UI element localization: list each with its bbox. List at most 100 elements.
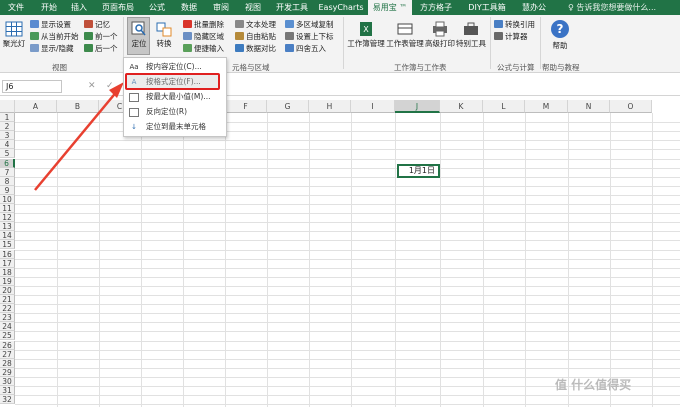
row-header-27[interactable]: 27 bbox=[0, 349, 15, 359]
column-header-i[interactable]: I bbox=[351, 100, 395, 113]
tab-data[interactable]: 数据 bbox=[174, 0, 204, 15]
next-button[interactable]: 后一个 bbox=[84, 43, 118, 54]
row-header-26[interactable]: 26 bbox=[0, 340, 15, 350]
column-header-n[interactable]: N bbox=[568, 100, 610, 113]
row-header-11[interactable]: 11 bbox=[0, 204, 15, 214]
column-header-m[interactable]: M bbox=[525, 100, 568, 113]
row-header-20[interactable]: 20 bbox=[0, 285, 15, 295]
name-box[interactable]: J6 bbox=[2, 80, 62, 93]
row-header-23[interactable]: 23 bbox=[0, 313, 15, 323]
separator bbox=[540, 17, 541, 69]
row-header-17[interactable]: 17 bbox=[0, 258, 15, 268]
text-process-button[interactable]: 文本处理 bbox=[235, 19, 276, 30]
previous-button[interactable]: 前一个 bbox=[84, 31, 118, 42]
column-header-j[interactable]: J bbox=[395, 100, 440, 113]
selected-cell-j6[interactable]: 1月1日 bbox=[397, 164, 440, 178]
row-header-1[interactable]: 1 bbox=[0, 113, 15, 123]
column-header-b[interactable]: B bbox=[57, 100, 99, 113]
row-header-28[interactable]: 28 bbox=[0, 358, 15, 368]
tab-easycharts[interactable]: EasyCharts bbox=[316, 0, 366, 15]
display-settings-button[interactable]: 显示设置 bbox=[30, 19, 71, 30]
arrow-down-icon: ↓ bbox=[131, 123, 137, 131]
special-tools-label: 特别工具 bbox=[456, 39, 486, 48]
select-all-corner[interactable] bbox=[0, 100, 15, 113]
tab-insert[interactable]: 插入 bbox=[64, 0, 94, 15]
row-header-15[interactable]: 15 bbox=[0, 240, 15, 250]
row-header-7[interactable]: 7 bbox=[0, 167, 15, 177]
menu-item-locate-last-cell[interactable]: ↓ 定位到最末单元格 bbox=[124, 120, 226, 134]
row-header-24[interactable]: 24 bbox=[0, 322, 15, 332]
row-header-3[interactable]: 3 bbox=[0, 131, 15, 141]
column-header-h[interactable]: H bbox=[309, 100, 351, 113]
menu-item-locate-by-content[interactable]: Aa 按内容定位(C)... bbox=[124, 60, 226, 74]
row-header-30[interactable]: 30 bbox=[0, 376, 15, 386]
calculator-button[interactable]: 计算器 bbox=[494, 31, 528, 42]
tab-home[interactable]: 开始 bbox=[34, 0, 64, 15]
column-header-o[interactable]: O bbox=[610, 100, 652, 113]
tab-developer[interactable]: 开发工具 bbox=[270, 0, 314, 15]
tab-page-layout[interactable]: 页面布局 bbox=[96, 0, 140, 15]
enter-check-icon[interactable]: ✓ bbox=[106, 80, 114, 93]
row-header-31[interactable]: 31 bbox=[0, 386, 15, 396]
row-header-19[interactable]: 19 bbox=[0, 276, 15, 286]
worksheet-manage-button[interactable]: 工作表管理 bbox=[386, 21, 424, 49]
row-header-16[interactable]: 16 bbox=[0, 249, 15, 259]
show-hide-button[interactable]: 显示/隐藏 bbox=[30, 43, 74, 54]
column-header-a[interactable]: A bbox=[15, 100, 57, 113]
workbook-manage-button[interactable]: X 工作簿管理 bbox=[347, 21, 385, 49]
tab-yiyongbao[interactable]: 易用宝 ™ bbox=[368, 0, 412, 15]
help-button[interactable]: ? 帮助 bbox=[548, 19, 572, 51]
column-header-f[interactable]: F bbox=[225, 100, 267, 113]
data-compare-button[interactable]: 数据对比 bbox=[235, 43, 276, 54]
round-button[interactable]: 四舍五入 bbox=[285, 43, 326, 54]
from-current-button[interactable]: 从当前开始 bbox=[30, 31, 79, 42]
special-tools-button[interactable]: 特别工具 bbox=[456, 21, 486, 49]
tab-diy-toolbox[interactable]: DIY工具箱 bbox=[460, 0, 514, 15]
column-header-l[interactable]: L bbox=[483, 100, 525, 113]
row-header-10[interactable]: 10 bbox=[0, 194, 15, 204]
menu-label: 按最大最小值(M)... bbox=[146, 92, 211, 101]
row-header-9[interactable]: 9 bbox=[0, 185, 15, 195]
row-header-29[interactable]: 29 bbox=[0, 367, 15, 377]
row-header-25[interactable]: 25 bbox=[0, 331, 15, 341]
row-header-14[interactable]: 14 bbox=[0, 231, 15, 241]
row-header-5[interactable]: 5 bbox=[0, 149, 15, 159]
tab-view[interactable]: 视图 bbox=[238, 0, 268, 15]
convert-reference-button[interactable]: 转换引用 bbox=[494, 19, 535, 30]
tab-review[interactable]: 审阅 bbox=[206, 0, 236, 15]
tab-file[interactable]: 文件 bbox=[2, 0, 30, 15]
column-header-g[interactable]: G bbox=[267, 100, 309, 113]
row-header-6[interactable]: 6 bbox=[0, 158, 15, 168]
sup-sub-button[interactable]: 设置上下标 bbox=[285, 31, 334, 42]
row-header-32[interactable]: 32 bbox=[0, 395, 15, 405]
row-gridline bbox=[15, 349, 680, 351]
cancel-icon[interactable]: ✕ bbox=[88, 80, 96, 93]
row-header-22[interactable]: 22 bbox=[0, 304, 15, 314]
convert-button[interactable]: 转换 bbox=[153, 21, 175, 49]
tab-fangfanggezi[interactable]: 方方格子 bbox=[414, 0, 458, 15]
column-gridline bbox=[99, 113, 100, 407]
column-header-k[interactable]: K bbox=[440, 100, 483, 113]
batch-delete-button[interactable]: 批量删除 bbox=[183, 19, 224, 30]
spotlight-button[interactable]: 聚光灯 bbox=[1, 21, 27, 49]
tell-me-search[interactable]: ♀ 告诉我您想要做什么... bbox=[568, 0, 656, 15]
tab-huibangong[interactable]: 慧办公 bbox=[516, 0, 552, 15]
row-header-8[interactable]: 8 bbox=[0, 176, 15, 186]
row-header-2[interactable]: 2 bbox=[0, 122, 15, 132]
multi-area-copy-button[interactable]: 多区域复制 bbox=[285, 19, 334, 30]
row-header-18[interactable]: 18 bbox=[0, 267, 15, 277]
row-header-13[interactable]: 13 bbox=[0, 222, 15, 232]
memory-button[interactable]: 记忆 bbox=[84, 19, 110, 30]
advanced-print-button[interactable]: 高级打印 bbox=[425, 21, 455, 49]
row-header-21[interactable]: 21 bbox=[0, 295, 15, 305]
row-header-4[interactable]: 4 bbox=[0, 140, 15, 150]
hide-area-button[interactable]: 隐藏区域 bbox=[183, 31, 224, 42]
free-paste-button[interactable]: 自由粘贴 bbox=[235, 31, 276, 42]
menu-item-locate-by-max-min[interactable]: 按最大最小值(M)... bbox=[124, 90, 226, 104]
locate-button[interactable]: 定位 bbox=[128, 21, 150, 49]
row-header-12[interactable]: 12 bbox=[0, 213, 15, 223]
worksheet-grid[interactable]: ABCDEFGHIJKLMNO 123456789101112131415161… bbox=[0, 100, 680, 407]
menu-item-reverse-locate[interactable]: 反向定位(R) bbox=[124, 105, 226, 119]
tab-formulas[interactable]: 公式 bbox=[142, 0, 172, 15]
quick-input-button[interactable]: 便捷输入 bbox=[183, 43, 224, 54]
